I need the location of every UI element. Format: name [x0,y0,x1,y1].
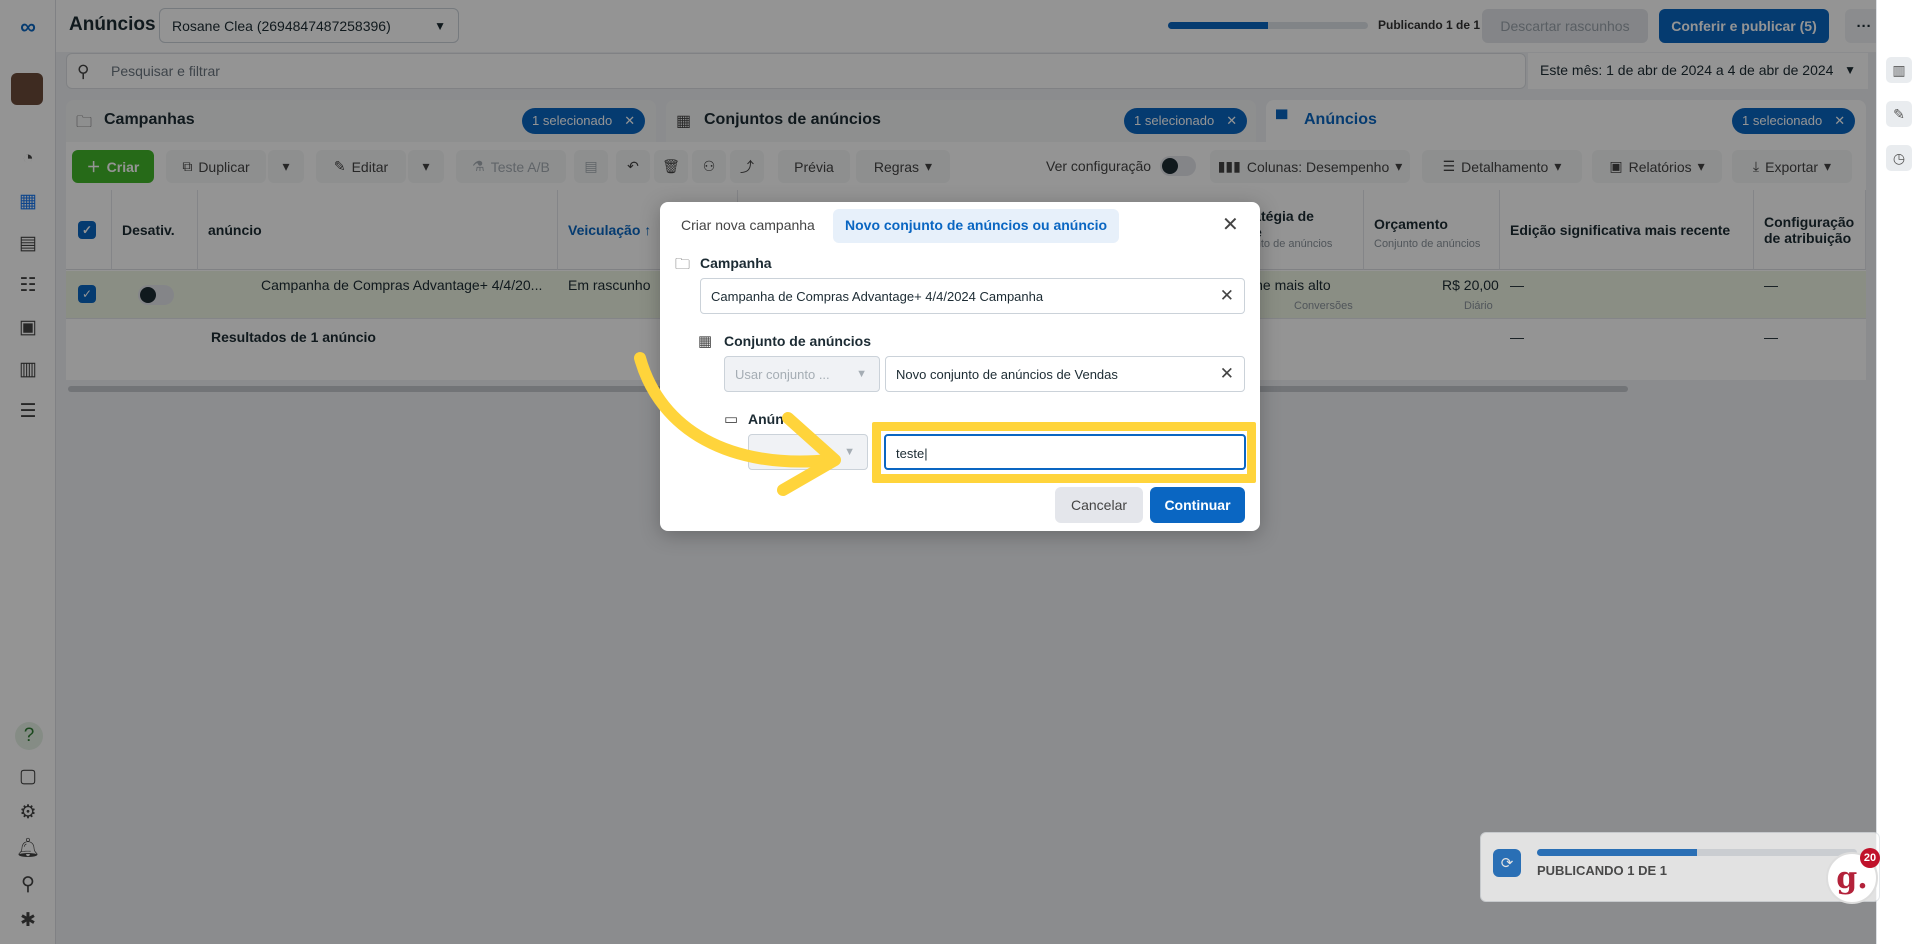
cancel-button[interactable]: Cancelar [1055,487,1143,523]
close-icon[interactable]: ✕ [1222,212,1239,237]
right-side-panel: ▥ ✎ ◷ [1876,0,1919,944]
highlight-box [872,422,1256,483]
tab-new-adset-or-ad[interactable]: Novo conjunto de anúncios ou anúncio [833,209,1120,243]
campaign-field-value: Campanha de Compras Advantage+ 4/4/2024 … [711,289,1044,304]
clear-icon[interactable]: ✕ [1220,364,1234,384]
history-clock-icon[interactable]: ◷ [1886,145,1912,171]
adset-name-value: Novo conjunto de anúncios de Vendas [896,367,1118,382]
adset-name-field[interactable]: Novo conjunto de anúncios de Vendas ✕ [885,356,1245,392]
tab-new-campaign[interactable]: Criar nova campanha [670,209,826,243]
campaign-field[interactable]: Campanha de Compras Advantage+ 4/4/2024 … [700,278,1245,314]
sync-icon: ⟳ [1493,849,1521,877]
chart-icon[interactable]: ▥ [1886,57,1912,83]
notification-count-badge: 20 [1860,848,1880,868]
publishing-card: ⟳ PUBLICANDO 1 DE 1 [1480,832,1880,902]
publishing-card-label: PUBLICANDO 1 DE 1 [1537,863,1668,878]
publishing-card-progress [1537,849,1857,856]
continue-button[interactable]: Continuar [1150,487,1245,523]
folder-icon: 🗀︎ [675,256,691,273]
pencil-icon[interactable]: ✎ [1886,101,1912,127]
publishing-card-progress-fill [1537,849,1697,856]
campaign-section-label: Campanha [700,255,772,271]
clear-icon[interactable]: ✕ [1220,286,1234,306]
pointer-arrow-icon [634,352,841,496]
